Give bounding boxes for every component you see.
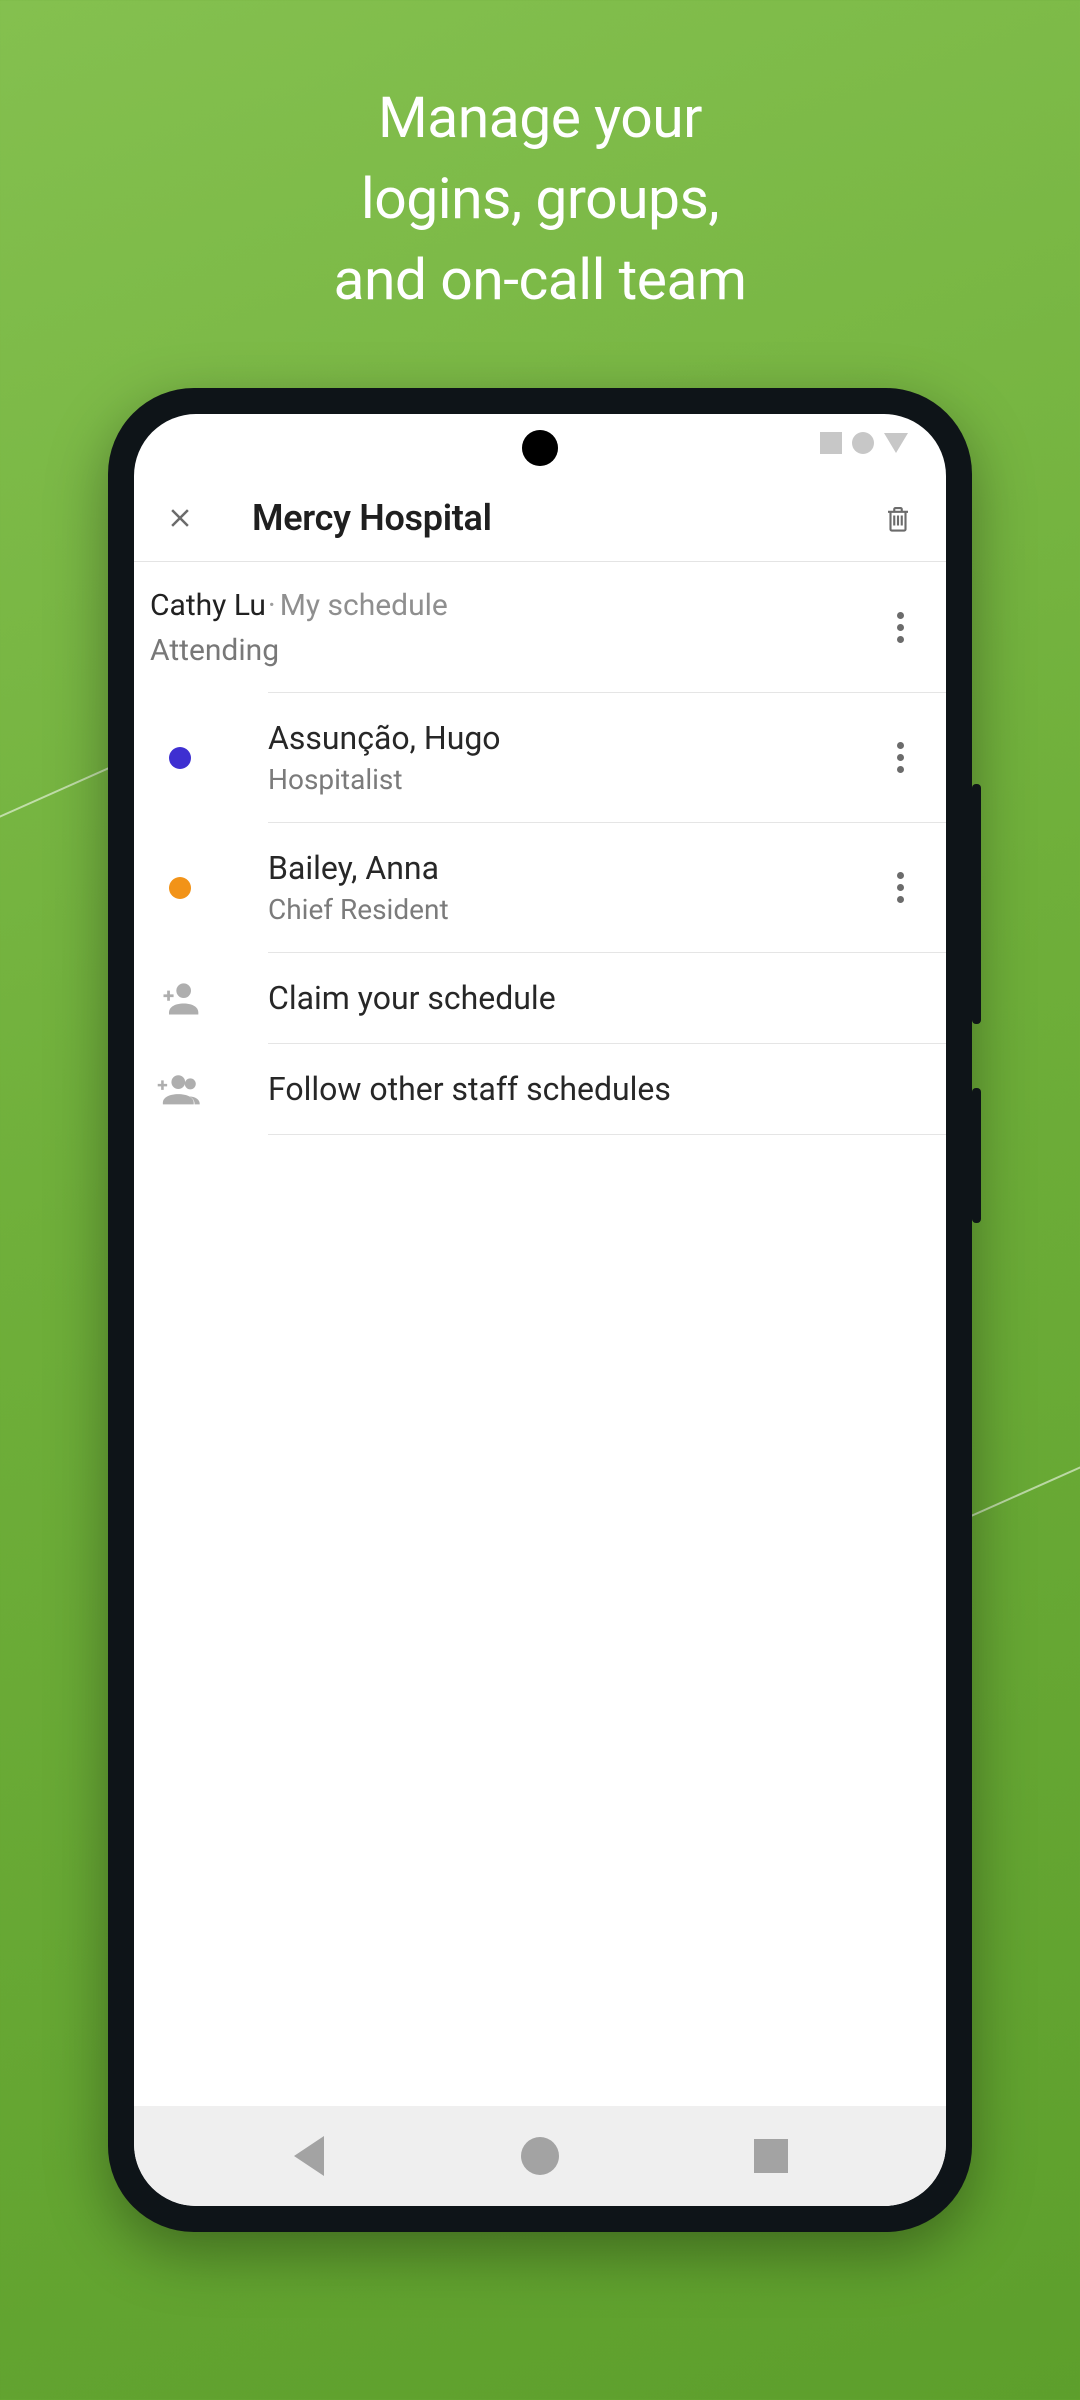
follow-schedules-label: Follow other staff schedules [268, 1070, 930, 1108]
staff-name: Assunção, Hugo [268, 719, 930, 757]
staff-role: Chief Resident [268, 893, 930, 926]
color-dot-icon [156, 864, 204, 912]
follow-schedules-row[interactable]: Follow other staff schedules [268, 1043, 946, 1135]
camera-cutout [522, 430, 558, 466]
person-add-icon [156, 974, 204, 1022]
page-title: Mercy Hospital [252, 497, 870, 539]
phone-frame: Mercy Hospital Cathy Lu·My schedule Atte… [108, 388, 972, 2232]
status-bar [820, 432, 908, 454]
system-nav-bar [134, 2106, 946, 2206]
close-button[interactable] [152, 490, 208, 546]
staff-row[interactable]: Bailey, Anna Chief Resident [268, 822, 946, 952]
self-name: Cathy Lu [150, 588, 266, 623]
promo-line-2: logins, groups, [0, 159, 1080, 240]
app-bar: Mercy Hospital [134, 474, 946, 562]
staff-list: Assunção, Hugo Hospitalist Bailey, Anna … [268, 692, 946, 1135]
staff-row[interactable]: Assunção, Hugo Hospitalist [268, 692, 946, 822]
promo-line-3: and on-call team [0, 240, 1080, 321]
nav-back-button[interactable] [281, 2128, 337, 2184]
nav-back-icon [294, 2136, 324, 2176]
staff-overflow-button[interactable] [876, 864, 924, 912]
delete-button[interactable] [870, 490, 926, 546]
more-vert-icon [897, 872, 904, 903]
self-schedule-row[interactable]: Cathy Lu·My schedule Attending [134, 562, 946, 692]
self-role: Attending [150, 633, 930, 668]
claim-schedule-row[interactable]: Claim your schedule [268, 952, 946, 1043]
staff-role: Hospitalist [268, 763, 930, 796]
status-circle-icon [852, 432, 874, 454]
status-triangle-icon [884, 433, 908, 453]
phone-screen: Mercy Hospital Cathy Lu·My schedule Atte… [134, 414, 946, 2206]
staff-overflow-button[interactable] [876, 734, 924, 782]
more-vert-icon [897, 612, 904, 643]
claim-schedule-label: Claim your schedule [268, 979, 930, 1017]
separator-dot: · [266, 588, 280, 623]
promo-line-1: Manage your [0, 78, 1080, 159]
content-area: Cathy Lu·My schedule Attending Assunção,… [134, 562, 946, 2106]
close-icon [165, 503, 195, 533]
phone-side-button [972, 1088, 981, 1223]
self-badge: My schedule [280, 588, 448, 623]
self-name-line: Cathy Lu·My schedule [150, 588, 930, 623]
color-dot-icon [156, 734, 204, 782]
trash-icon [883, 501, 913, 535]
color-dot [169, 747, 191, 769]
nav-recent-icon [754, 2139, 788, 2173]
self-overflow-button[interactable] [876, 603, 924, 651]
staff-name: Bailey, Anna [268, 849, 930, 887]
phone-side-button [972, 784, 981, 1024]
nav-home-button[interactable] [512, 2128, 568, 2184]
more-vert-icon [897, 742, 904, 773]
group-add-icon [156, 1065, 204, 1113]
color-dot [169, 877, 191, 899]
nav-recent-button[interactable] [743, 2128, 799, 2184]
promo-headline: Manage your logins, groups, and on-call … [0, 78, 1080, 321]
nav-home-icon [521, 2137, 559, 2175]
status-square-icon [820, 432, 842, 454]
